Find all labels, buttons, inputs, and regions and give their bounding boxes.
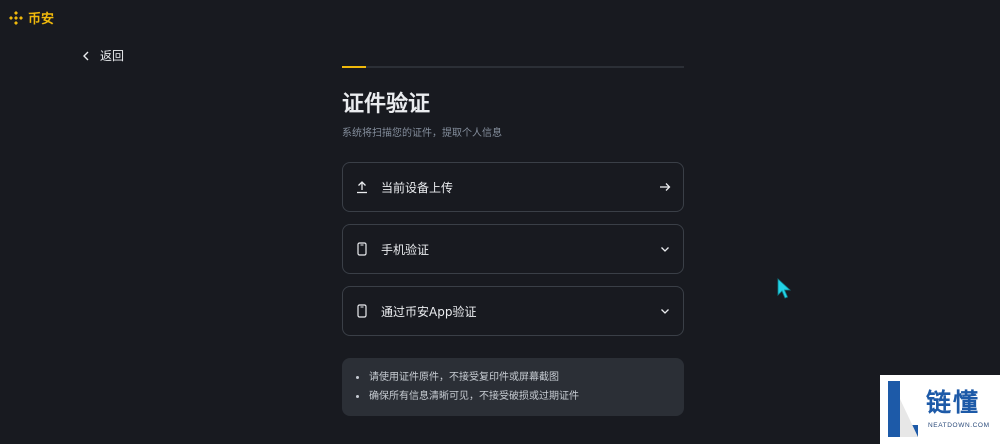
- binance-logo-icon: [9, 10, 23, 25]
- page-title: 证件验证: [342, 92, 431, 117]
- option-label: 通过币安App验证: [381, 304, 477, 319]
- chevron-down-icon: [661, 247, 669, 252]
- back-button[interactable]: 返回: [80, 47, 124, 64]
- progress-fill: [342, 66, 366, 68]
- watermark-logo-icon: [888, 381, 918, 437]
- note-item: 确保所有信息清晰可见，不接受破损或过期证件: [356, 387, 670, 406]
- chevron-left-icon: [83, 51, 89, 60]
- back-label: 返回: [100, 49, 125, 63]
- upload-icon: [355, 180, 369, 194]
- binance-logo[interactable]: 币安: [8, 8, 54, 27]
- note-item: 请使用证件原件，不接受复印件或屏幕截图: [356, 368, 670, 387]
- option-label: 手机验证: [381, 242, 430, 257]
- option-label: 当前设备上传: [381, 180, 454, 195]
- option-upload-device[interactable]: 当前设备上传: [342, 162, 684, 212]
- chevron-down-icon: [661, 309, 669, 314]
- progress-bar: [342, 66, 684, 68]
- logo-text: 币安: [28, 12, 55, 27]
- phone-icon: [355, 304, 369, 318]
- watermark-subtext: NEATDOWN.COM: [928, 422, 990, 429]
- watermark: 链懂 NEATDOWN.COM: [880, 375, 1000, 444]
- page-subtitle: 系统将扫描您的证件，提取个人信息: [342, 128, 502, 139]
- phone-icon: [355, 242, 369, 256]
- watermark-text: 链懂: [926, 388, 981, 417]
- arrow-right-icon: [660, 183, 671, 191]
- option-phone-verify[interactable]: 手机验证: [342, 224, 684, 274]
- requirements-notes: 请使用证件原件，不接受复印件或屏幕截图 确保所有信息清晰可见，不接受破损或过期证…: [342, 358, 684, 416]
- mouse-cursor-icon: [777, 278, 791, 299]
- verification-panel: 证件验证 系统将扫描您的证件，提取个人信息 当前设备上传 手机验证 通过币安Ap…: [342, 66, 684, 416]
- option-app-verify[interactable]: 通过币安App验证: [342, 286, 684, 336]
